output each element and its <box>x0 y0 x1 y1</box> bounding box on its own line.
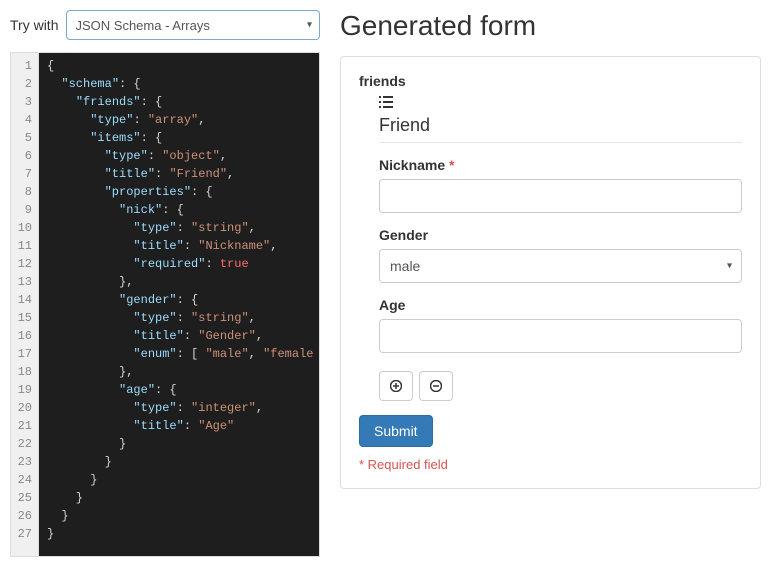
required-note: * Required field <box>359 457 742 472</box>
minus-circle-icon <box>430 380 442 392</box>
gender-select[interactable]: male <box>379 249 742 283</box>
fieldset-legend: friends <box>359 73 742 89</box>
editor-code[interactable]: { "schema": { "friends": { "type": "arra… <box>39 53 319 556</box>
required-star: * <box>449 157 454 173</box>
page-title: Generated form <box>340 10 761 42</box>
code-editor[interactable]: 1234567891011121314151617181920212223242… <box>10 52 320 557</box>
nickname-input[interactable] <box>379 179 742 213</box>
remove-button[interactable] <box>419 371 453 401</box>
age-label: Age <box>379 297 742 313</box>
list-icon <box>379 95 742 111</box>
age-input[interactable] <box>379 319 742 353</box>
trywith-select[interactable]: JSON Schema - Arrays <box>66 10 320 40</box>
add-button[interactable] <box>379 371 413 401</box>
editor-gutter: 1234567891011121314151617181920212223242… <box>11 53 39 556</box>
form-panel: friends Friend Nickname * Gender male <box>340 56 761 489</box>
submit-button[interactable]: Submit <box>359 415 433 447</box>
nickname-label: Nickname * <box>379 157 742 173</box>
gender-label: Gender <box>379 227 742 243</box>
trywith-label: Try with <box>10 17 58 33</box>
item-title: Friend <box>379 115 742 143</box>
plus-circle-icon <box>390 380 402 392</box>
